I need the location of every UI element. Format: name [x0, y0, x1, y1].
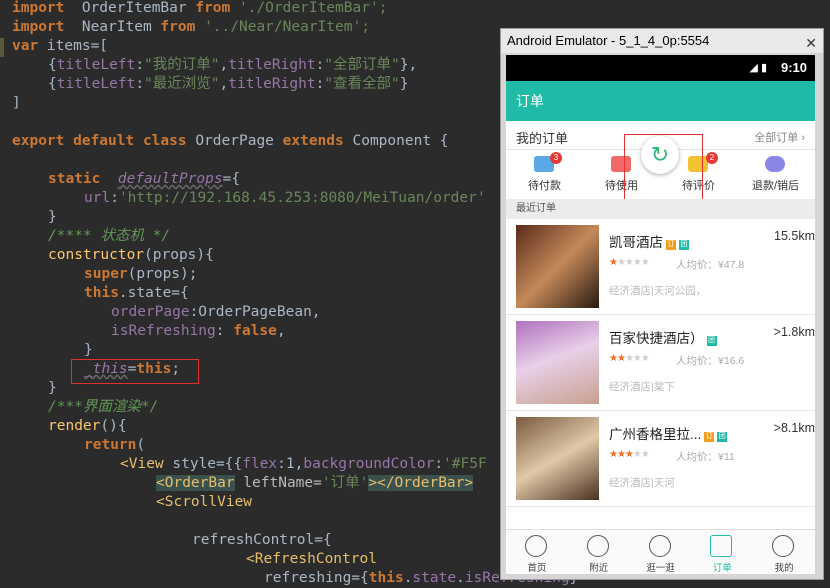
code-line-24: return( — [84, 437, 146, 453]
refresh-spinner-icon: ↻ — [641, 136, 679, 174]
highlight-box — [71, 359, 199, 384]
user-icon — [772, 535, 795, 557]
home-icon — [525, 535, 547, 557]
rating-stars: ★★★★★ — [609, 449, 650, 460]
tab-label: 订单 — [712, 563, 732, 574]
recent-orders-header: 最近订单 — [506, 199, 815, 219]
my-orders-title: 我的订单 — [516, 131, 569, 146]
hotel-thumbnail — [516, 321, 599, 404]
distance: >1.8km — [773, 325, 815, 339]
all-orders-link[interactable]: 全部订单 › — [754, 129, 805, 145]
group-tag: 团 — [717, 432, 728, 442]
yen-icon — [765, 156, 785, 172]
status-badge: 3 — [550, 152, 562, 164]
code-line-29: refreshControl={ — [192, 532, 332, 548]
code-line-13: /**** 状态机 */ — [48, 228, 171, 244]
phone-screen[interactable]: ◢ ▮ 9:10 订单 我的订单 全部订单 › 3 待付款 待使用 2 待评价 — [506, 55, 815, 574]
code-line-25: <View style={{flex:1,backgroundColor:'#F… — [120, 456, 487, 472]
code-line-8: export default class OrderPage extends C… — [12, 133, 449, 149]
code-line-5: {titleLeft:"最近浏览",titleRight:"查看全部"} — [48, 76, 409, 92]
code-line-12: } — [48, 209, 57, 225]
rating-stars: ★★★★★ — [609, 353, 650, 364]
code-line-27: <ScrollView — [156, 494, 253, 510]
distance: 15.5km — [774, 229, 815, 243]
status-pending-payment[interactable]: 3 待付款 — [506, 150, 583, 198]
rating-stars: ★★★★★ — [609, 257, 650, 268]
status-bar: ◢ ▮ 9:10 — [506, 55, 815, 81]
code-line-16: this.state={ — [84, 285, 189, 301]
code-line-3: var items=[ — [12, 38, 109, 54]
chevron-right-icon: › — [801, 132, 805, 144]
hotel-thumbnail — [516, 225, 599, 308]
code-line-19: } — [84, 342, 93, 358]
status-label: 退款/销后 — [751, 180, 800, 192]
tab-label: 逛一逛 — [646, 563, 675, 574]
group-tag: 团 — [679, 240, 689, 250]
app-bar: 订单 — [506, 81, 815, 121]
hotel-name: 百家快捷酒店）团 — [609, 331, 717, 346]
list-item[interactable]: 百家快捷酒店）团 >1.8km ★★★★★ 人均价：¥16.6 经济酒店|棠下 — [506, 315, 815, 411]
code-line-23: render(){ — [48, 418, 127, 434]
tab-profile[interactable]: 我的 — [753, 530, 815, 574]
status-label: 待付款 — [528, 180, 561, 192]
tab-home[interactable]: 首页 — [506, 530, 568, 574]
emulator-title: Android Emulator - 5_1_4_0p:5554 — [507, 33, 710, 48]
avg-price: 人均价：¥16.6 — [676, 355, 745, 367]
code-line-30: <RefreshControl — [246, 551, 377, 567]
distance: >8.1km — [773, 421, 815, 435]
tab-nearby[interactable]: 附近 — [568, 530, 630, 574]
tab-label: 我的 — [774, 563, 794, 574]
tab-label: 首页 — [527, 563, 547, 574]
hotel-name: 凯哥酒店订团 — [609, 235, 689, 250]
code-line-14: constructor(props){ — [48, 247, 214, 263]
hotel-address: 经济酒店|棠下 — [609, 381, 675, 393]
code-line-4: {titleLeft:"我的订单",titleRight:"全部订单"}, — [48, 57, 418, 73]
code-line-18: isRefreshing: false, — [111, 323, 286, 339]
location-icon — [586, 535, 609, 557]
emulator-title-bar[interactable]: Android Emulator - 5_1_4_0p:5554 ✕ — [501, 29, 823, 53]
code-line-17: orderPage:OrderPageBean, — [111, 304, 321, 320]
gutter-marker — [0, 38, 4, 57]
hotel-name: 广州香格里拉... 订团 — [609, 427, 728, 442]
list-item[interactable]: 广州香格里拉... 订团 >8.1km ★★★★★ 人均价：¥11 经济酒店|天河 — [506, 411, 815, 507]
bottom-tab-bar: 首页 附近 逛一逛 订单 我的 — [506, 529, 815, 574]
hotel-address: 经济酒店|天河 — [609, 477, 675, 489]
hotel-thumbnail — [516, 417, 599, 500]
code-line-11: url:'http://192.168.45.253:8080/MeiTuan/… — [84, 190, 486, 206]
code-line-6: ] — [12, 95, 21, 111]
code-line-10: static defaultProps={ — [48, 171, 241, 187]
app-bar-title: 订单 — [516, 93, 544, 109]
booking-tag: 订 — [666, 240, 676, 250]
code-line-2: import NearItem from '../Near/NearItem'; — [12, 19, 370, 35]
order-icon — [710, 535, 733, 557]
booking-tag: 订 — [704, 432, 715, 442]
group-tag: 团 — [706, 336, 717, 346]
planet-icon — [648, 535, 671, 557]
avg-price: 人均价：¥47.8 — [676, 259, 745, 271]
status-time: 9:10 — [780, 60, 807, 75]
status-badge: 2 — [706, 152, 718, 164]
code-line-21: } — [48, 380, 57, 396]
code-line-1: import OrderItemBar from './OrderItemBar… — [12, 0, 388, 16]
close-icon[interactable]: ✕ — [805, 31, 817, 55]
status-refund[interactable]: 退款/销后 — [737, 150, 814, 198]
code-line-26: <OrderBar leftName='订单'></OrderBar> — [156, 475, 474, 491]
signal-icon: ◢ ▮ — [749, 62, 767, 74]
hotel-address: 经济酒店|天河公园， — [609, 285, 707, 297]
tab-orders[interactable]: 订单 — [691, 530, 753, 574]
code-line-15: super(props); — [84, 266, 198, 282]
list-item[interactable]: 凯哥酒店订团 15.5km ★★★★★ 人均价：¥47.8 经济酒店|天河公园， — [506, 219, 815, 315]
tab-label: 附近 — [589, 563, 609, 574]
avg-price: 人均价：¥11 — [676, 451, 735, 463]
tab-explore[interactable]: 逛一逛 — [630, 530, 692, 574]
code-line-22: /***界面渲染*/ — [48, 399, 159, 415]
android-emulator-window[interactable]: Android Emulator - 5_1_4_0p:5554 ✕ ◢ ▮ 9… — [500, 28, 824, 580]
